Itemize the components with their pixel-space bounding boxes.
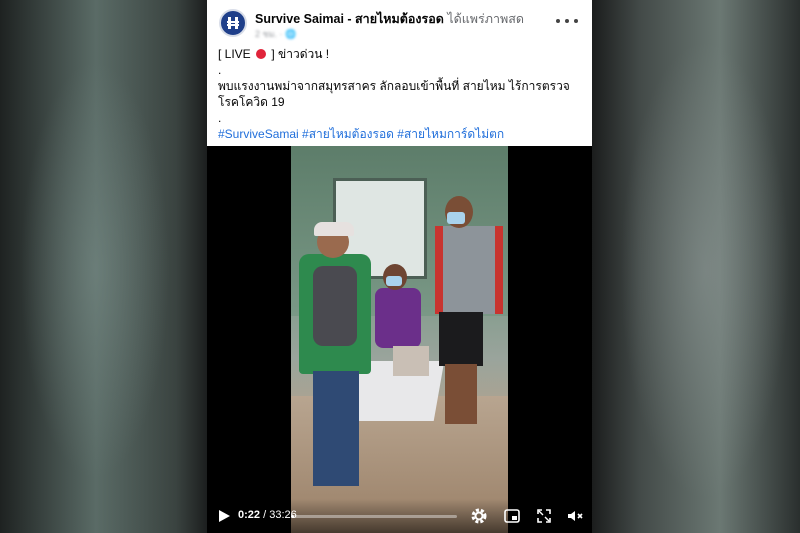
post-hashtags[interactable]: #SurviveSamai #สายไหมต้องรอด #สายไหมการ์… <box>218 126 583 142</box>
video-frame[interactable] <box>291 146 508 533</box>
post-line-news: พบแรงงานพม่าจากสมุทรสาคร ลักลอบเข้าพื้นท… <box>218 79 570 109</box>
post-header: Survive Saimai - สายไหมต้องรอด ได้แพร่ภา… <box>207 0 592 45</box>
post-text: [ LIVE ] ข่าวด่วน ! . พบแรงงานพม่าจากสมุ… <box>218 46 583 142</box>
background-blur-left <box>20 60 170 480</box>
page-name-line: Survive Saimai - สายไหมต้องรอด ได้แพร่ภา… <box>255 9 524 29</box>
background-blur-right <box>620 40 790 500</box>
fullscreen-icon[interactable] <box>535 507 553 525</box>
post-line-dot: . <box>218 63 222 77</box>
video-time: 0:22 / 33:26 <box>238 509 297 521</box>
play-icon[interactable] <box>216 508 232 524</box>
page-avatar[interactable] <box>219 9 247 37</box>
video-person-backpack <box>299 222 371 496</box>
video-controls: 0:22 / 33:26 <box>207 499 592 533</box>
post-line-live: [ LIVE ] ข่าวด่วน ! <box>218 47 330 61</box>
video-player[interactable]: 0:22 / 33:26 <box>207 146 592 533</box>
more-options-icon[interactable] <box>556 12 578 30</box>
current-time: 0:22 <box>238 509 261 521</box>
post-line-dot-2: . <box>218 111 222 125</box>
post-timestamp[interactable]: 2 ชม. · 🌐 <box>255 27 296 41</box>
red-circle-icon <box>256 49 267 59</box>
picture-in-picture-icon[interactable] <box>503 507 521 525</box>
video-progress-bar[interactable] <box>291 515 457 518</box>
video-person-standing <box>429 196 503 436</box>
page-name-link[interactable]: Survive Saimai - สายไหมต้องรอด <box>255 12 444 26</box>
video-progress-fill <box>291 515 295 518</box>
mute-icon[interactable] <box>566 507 584 525</box>
page-logo-icon <box>227 17 239 29</box>
live-action-text: ได้แพร่ภาพสด <box>447 12 525 26</box>
facebook-post: Survive Saimai - สายไหมต้องรอด ได้แพร่ภา… <box>207 0 592 533</box>
settings-icon[interactable] <box>470 507 488 525</box>
video-person-seated <box>373 264 433 384</box>
